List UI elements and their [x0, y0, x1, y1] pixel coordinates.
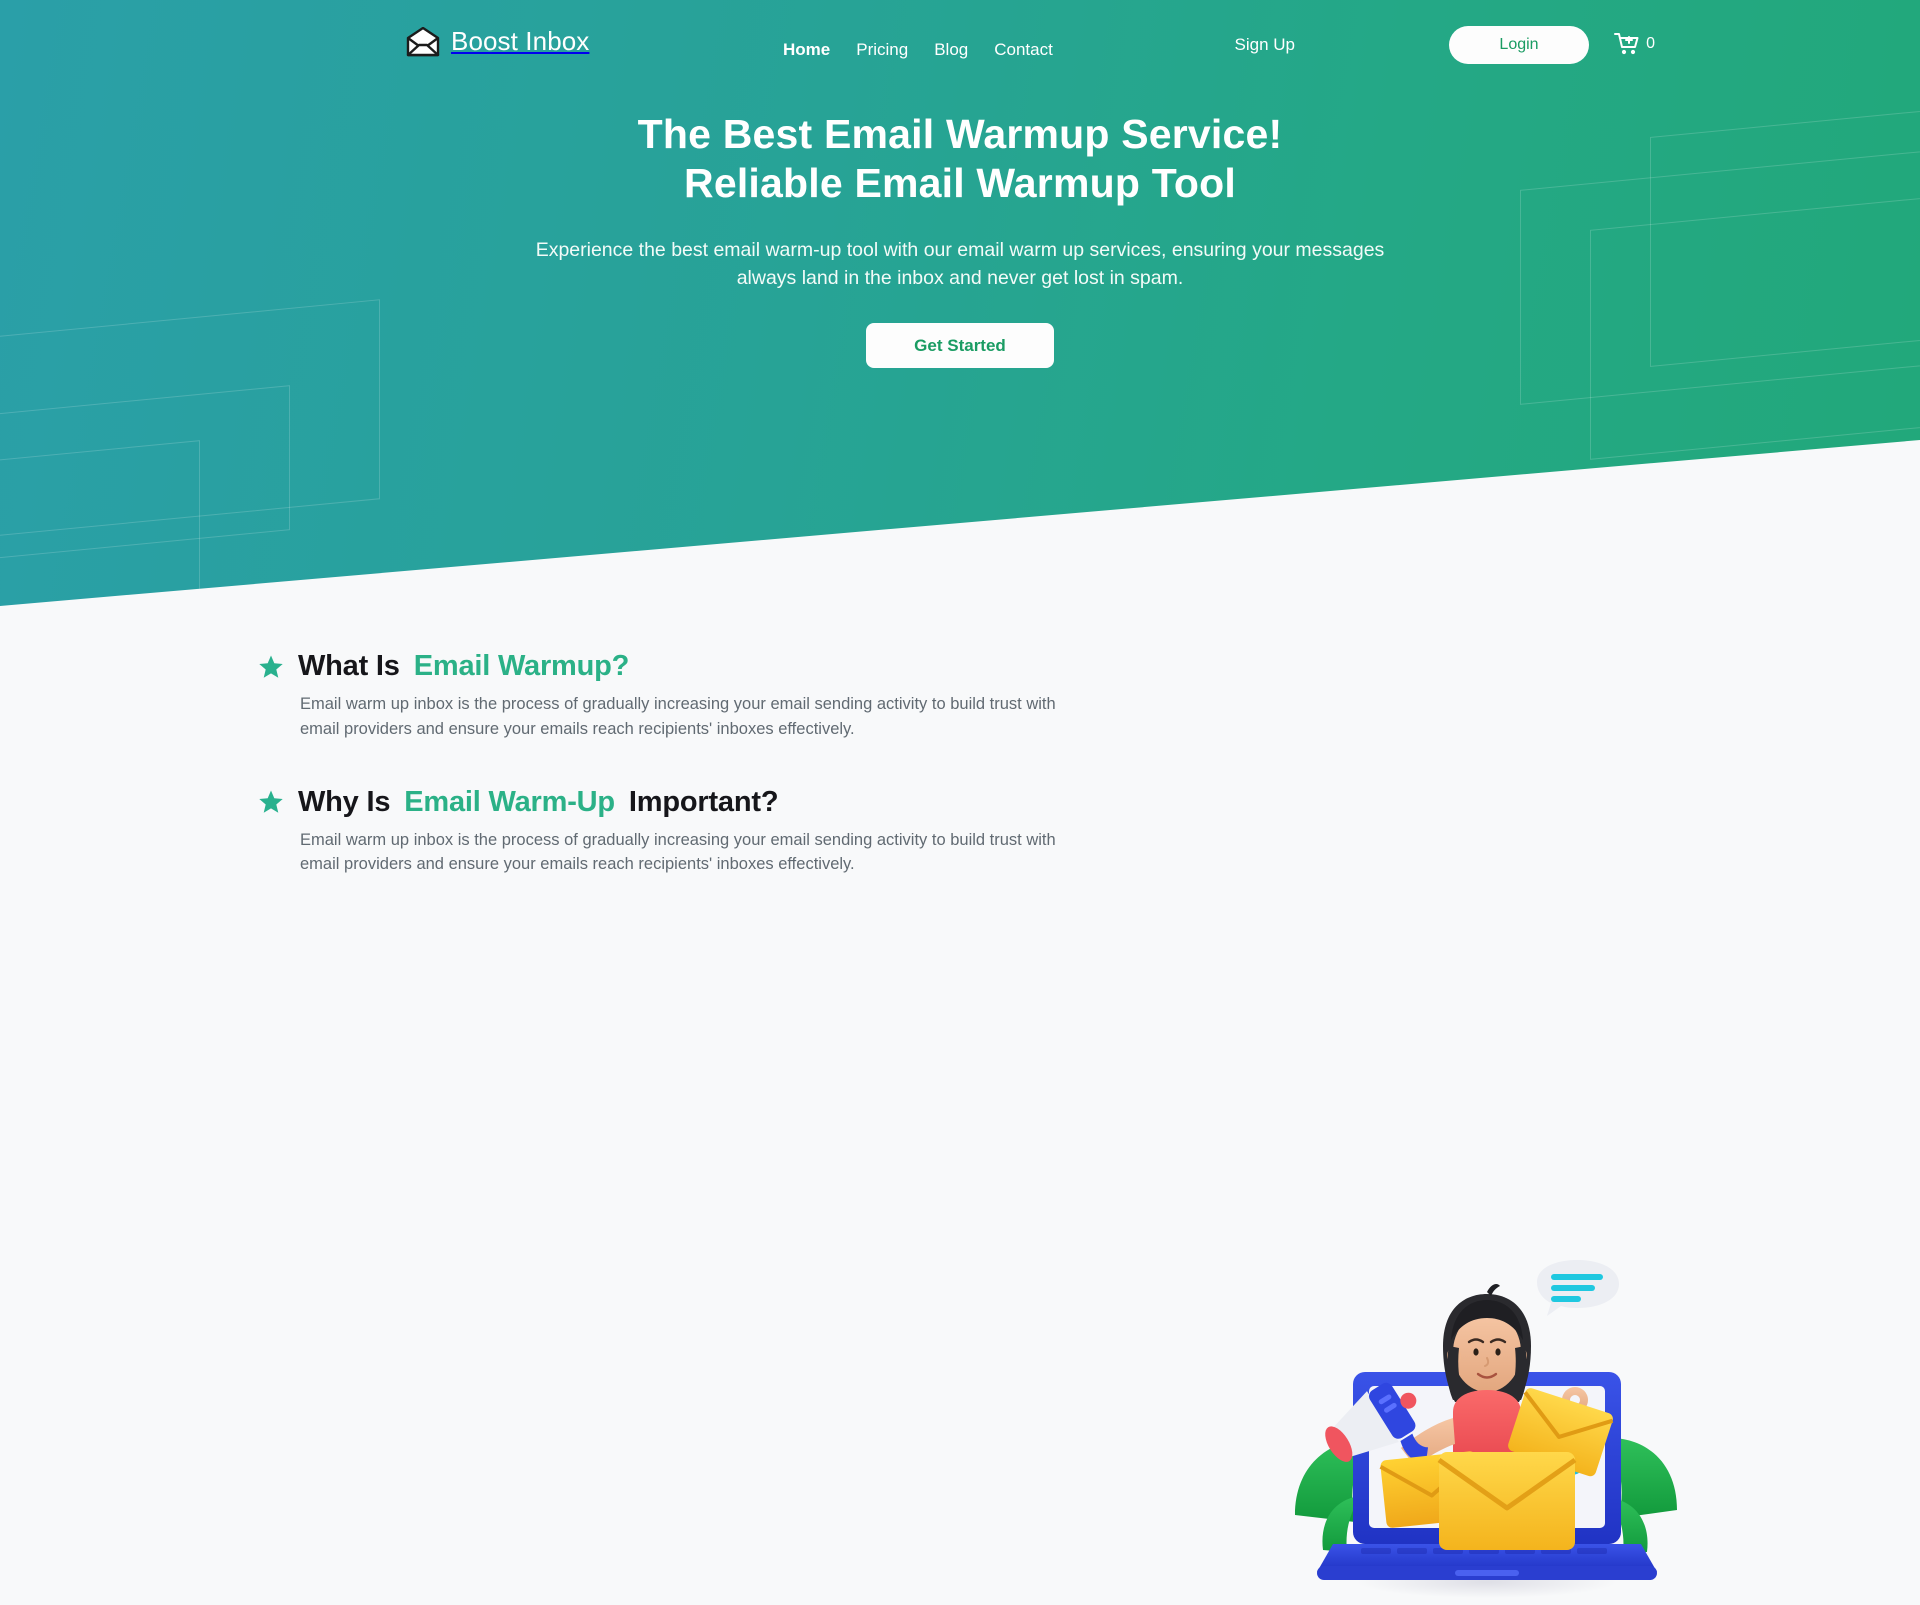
info-heading: What Is Email Warmup? [258, 650, 1068, 683]
nav-item-pricing[interactable]: Pricing [856, 40, 908, 60]
hero-headline-line2: Reliable Email Warmup Tool [684, 159, 1236, 206]
cart-plus-icon [1614, 32, 1640, 56]
main-navigation: Home Pricing Blog Contact [783, 40, 1053, 60]
sign-up-link[interactable]: Sign Up [1235, 35, 1295, 55]
get-started-button[interactable]: Get Started [866, 323, 1054, 369]
decorative-shape-left-2 [0, 385, 290, 590]
info-block-why-is-email-warmup-important: Why Is Email Warm-Up Important? Email wa… [258, 786, 1068, 878]
brand-logo[interactable]: Boost Inbox [406, 26, 589, 57]
hero-content: The Best Email Warmup Service! Reliable … [0, 110, 1920, 369]
open-envelope-icon [406, 26, 440, 57]
site-header: Boost Inbox Home Pricing Blog Contact Si… [0, 0, 1920, 86]
woman-megaphone-laptop-email-illustration [1275, 1260, 1695, 1600]
info-heading-accent: Email Warmup? [413, 650, 630, 682]
info-heading-pre: Why Is [298, 785, 391, 818]
info-body-text: Email warm up inbox is the process of gr… [300, 695, 1056, 738]
hero-headline-line1: The Best Email Warmup Service! [637, 111, 1283, 157]
info-block-what-is-email-warmup: What Is Email Warmup? Email warm up inbo… [258, 650, 1068, 742]
info-heading: Why Is Email Warm-Up Important? [258, 786, 1068, 819]
nav-item-blog[interactable]: Blog [934, 40, 968, 60]
info-text-column: What Is Email Warmup? Email warm up inbo… [258, 650, 1068, 921]
nav-item-contact[interactable]: Contact [994, 40, 1053, 60]
login-button[interactable]: Login [1449, 26, 1589, 64]
hero-headline: The Best Email Warmup Service! Reliable … [0, 110, 1920, 208]
decorative-shape-left-3 [0, 440, 200, 606]
info-heading-accent: Email Warm-Up [404, 785, 615, 818]
nav-item-home[interactable]: Home [783, 40, 830, 60]
cart-button[interactable]: 0 [1614, 32, 1655, 56]
info-section: What Is Email Warmup? Email warm up inbo… [0, 620, 1920, 1598]
star-icon [258, 654, 284, 680]
cart-count: 0 [1646, 35, 1655, 52]
star-icon [258, 789, 284, 815]
hero-subtitle: Experience the best email warm-up tool w… [535, 238, 1385, 290]
brand-name: Boost Inbox [451, 26, 590, 56]
info-heading-post: Important? [628, 785, 779, 818]
info-heading-pre: What Is [298, 650, 400, 682]
info-body-text: Email warm up inbox is the process of gr… [300, 830, 1056, 874]
